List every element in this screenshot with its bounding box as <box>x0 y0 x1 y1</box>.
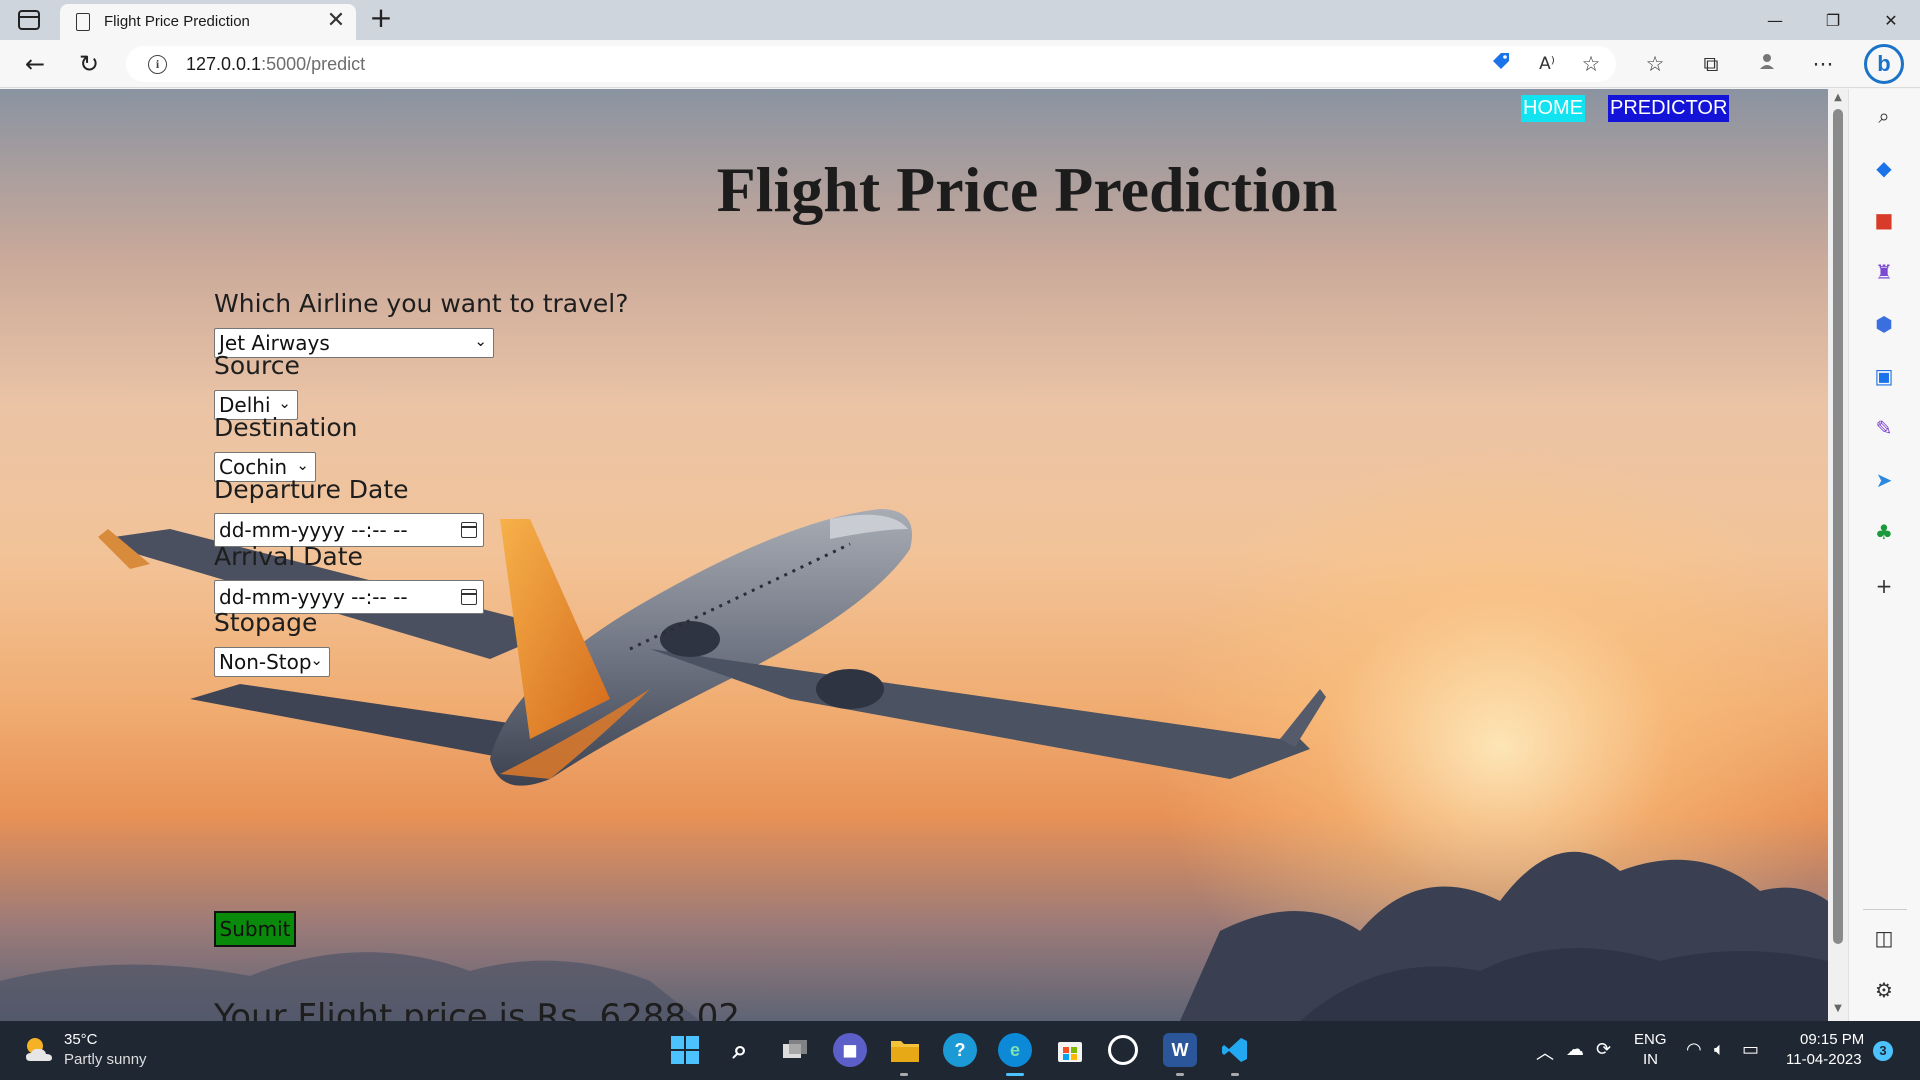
stopage-select[interactable]: Non-Stop ⌄ <box>214 647 330 677</box>
shopping-tag-icon[interactable] <box>1486 50 1516 78</box>
page-scrollbar[interactable]: ▲ ▼ <box>1828 89 1848 1021</box>
outlook-icon[interactable]: ▣ <box>1871 363 1897 389</box>
tab-actions-icon[interactable] <box>18 10 40 30</box>
running-indicator <box>1176 1073 1184 1076</box>
wifi-icon[interactable]: ◠ <box>1686 1039 1702 1060</box>
source-label: Source <box>214 351 300 380</box>
games-icon[interactable]: ♜ <box>1871 259 1897 285</box>
browser-tab[interactable]: Flight Price Prediction ✕ <box>60 4 356 40</box>
minimize-button[interactable]: — <box>1746 0 1804 40</box>
clock-time[interactable]: 09:15 PM <box>1800 1031 1864 1048</box>
info-icon[interactable]: i <box>148 55 167 74</box>
gear-icon[interactable]: ⚙ <box>1871 977 1897 1003</box>
chevron-down-icon: ⌄ <box>296 456 309 474</box>
github-icon[interactable] <box>1108 1035 1138 1065</box>
search-icon[interactable]: ⌕ <box>723 1033 757 1067</box>
tree-icon[interactable]: ♣ <box>1871 519 1897 545</box>
active-indicator <box>1006 1073 1024 1076</box>
page-title: Flight Price Prediction <box>716 154 1338 225</box>
onedrive-icon[interactable]: ☁ <box>1566 1039 1584 1060</box>
clock-date[interactable]: 11-04-2023 <box>1786 1051 1862 1068</box>
top-nav: HOME PREDICTOR <box>1521 95 1730 122</box>
teams-chat-icon[interactable]: ◼ <box>833 1033 867 1067</box>
add-icon[interactable]: + <box>1871 573 1897 599</box>
search-icon[interactable]: ⌕ <box>1871 103 1897 129</box>
chevron-up-icon[interactable]: ︿ <box>1536 1039 1554 1065</box>
page-icon <box>76 13 90 31</box>
window-controls: — ❐ ✕ <box>1746 0 1920 40</box>
task-view-icon[interactable] <box>778 1033 812 1067</box>
scroll-up-icon[interactable]: ▲ <box>1832 92 1844 104</box>
tab-title: Flight Price Prediction <box>104 13 250 30</box>
arrival-date-label: Arrival Date <box>214 542 363 571</box>
scroll-down-icon[interactable]: ▼ <box>1832 1003 1844 1015</box>
page-viewport: HOME PREDICTOR Flight Price Prediction W… <box>0 89 1828 1021</box>
designer-icon[interactable]: ✎ <box>1871 415 1897 441</box>
battery-icon[interactable]: ▭ <box>1742 1039 1759 1060</box>
office-icon[interactable]: ⬢ <box>1871 311 1897 337</box>
calendar-icon[interactable] <box>461 522 477 538</box>
edge-sidebar: ⌕ ◆ ■ ♜ ⬢ ▣ ✎ ➤ ♣ + ◫ ⚙ <box>1848 89 1920 1021</box>
region-indicator[interactable]: IN <box>1643 1051 1658 1068</box>
shopping-icon[interactable]: ◆ <box>1871 155 1897 181</box>
favorites-icon[interactable]: ☆ <box>1640 50 1670 78</box>
browser-toolbar: ← ↻ i 127.0.0.1:5000/predict A⁾ ☆ ☆ ⧉ ⋯ … <box>0 40 1920 88</box>
vscode-icon[interactable] <box>1218 1033 1252 1067</box>
helper-app-icon[interactable]: ? <box>943 1033 977 1067</box>
submit-button[interactable]: Submit <box>214 911 296 947</box>
telegram-icon[interactable]: ➤ <box>1871 467 1897 493</box>
language-indicator[interactable]: ENG <box>1634 1031 1667 1048</box>
partly-sunny-icon[interactable] <box>22 1033 56 1067</box>
sync-icon[interactable]: ⟳ <box>1596 1039 1611 1060</box>
running-indicator <box>900 1073 908 1076</box>
sidebar-divider <box>1863 909 1907 910</box>
address-bar[interactable]: i 127.0.0.1:5000/predict <box>126 46 1616 82</box>
price-result: Your Flight price is Rs. 6288.02 <box>214 997 741 1021</box>
word-icon[interactable]: W <box>1163 1033 1197 1067</box>
nav-predictor-link[interactable]: PREDICTOR <box>1608 95 1730 122</box>
weather-description[interactable]: Partly sunny <box>64 1051 147 1068</box>
tab-close-icon[interactable]: ✕ <box>324 9 348 33</box>
stopage-label: Stopage <box>214 608 318 637</box>
restore-button[interactable]: ❐ <box>1804 0 1862 40</box>
collections-icon[interactable]: ⧉ <box>1696 50 1726 78</box>
store-icon[interactable] <box>1053 1033 1087 1067</box>
nav-home-link[interactable]: HOME <box>1521 95 1585 122</box>
back-arrow-icon[interactable]: ← <box>20 50 50 78</box>
running-indicator <box>1231 1073 1239 1076</box>
weather-temperature[interactable]: 35°C <box>64 1031 98 1048</box>
volume-icon[interactable]: 🔈︎ <box>1714 1039 1725 1060</box>
url-text[interactable]: 127.0.0.1:5000/predict <box>186 54 365 75</box>
chevron-down-icon: ⌄ <box>474 332 487 350</box>
add-favorite-icon[interactable]: ☆ <box>1576 50 1606 78</box>
refresh-icon[interactable]: ↻ <box>74 50 104 78</box>
airline-label: Which Airline you want to travel? <box>214 289 629 318</box>
bing-chat-icon[interactable]: b <box>1864 44 1904 84</box>
close-window-button[interactable]: ✕ <box>1862 0 1920 40</box>
edge-icon[interactable]: e <box>998 1033 1032 1067</box>
tools-icon[interactable]: ■ <box>1871 207 1897 233</box>
chevron-down-icon: ⌄ <box>310 651 323 669</box>
hide-sidebar-icon[interactable]: ◫ <box>1871 925 1897 951</box>
start-icon[interactable] <box>668 1033 702 1067</box>
calendar-icon[interactable] <box>461 589 477 605</box>
chevron-down-icon: ⌄ <box>278 394 291 412</box>
browser-tab-strip: Flight Price Prediction ✕ + — ❐ ✕ <box>0 0 1920 40</box>
departure-date-label: Departure Date <box>214 475 409 504</box>
windows-taskbar: 35°C Partly sunny ⌕ ◼ ? e W ︿ ☁ ⟳ ENG IN… <box>0 1021 1920 1080</box>
new-tab-button[interactable]: + <box>366 4 396 34</box>
file-explorer-icon[interactable] <box>888 1033 922 1067</box>
read-aloud-icon[interactable]: A⁾ <box>1532 50 1562 78</box>
scroll-thumb[interactable] <box>1833 109 1843 944</box>
notification-badge[interactable]: 3 <box>1873 1041 1893 1061</box>
more-icon[interactable]: ⋯ <box>1808 50 1838 78</box>
destination-label: Destination <box>214 413 358 442</box>
profile-icon[interactable] <box>1752 50 1782 78</box>
